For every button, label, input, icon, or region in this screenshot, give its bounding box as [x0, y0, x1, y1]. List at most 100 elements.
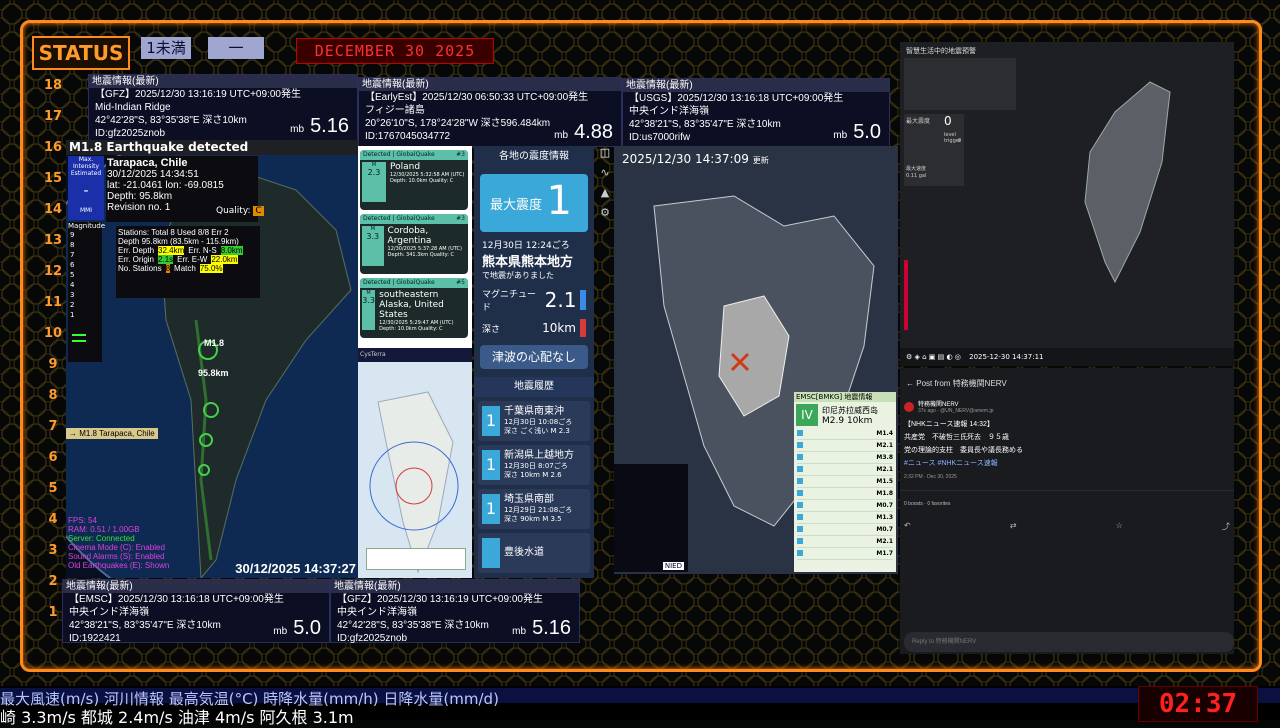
gq-card-header: Detected | GlobalQuake — [363, 215, 435, 222]
gq-card[interactable]: Detected | GlobalQuake #5 M 3.3 southeastern… — [360, 278, 468, 338]
err-ew-label: Err. E-W — [177, 255, 208, 264]
reply-icon[interactable]: ↶ — [904, 521, 911, 532]
history-item[interactable]: 1 埼玉県南部 12月29日 21:08ごろ 深さ 90km M 3.5 — [478, 489, 590, 529]
globe-timestamp: 30/12/2025 14:37:27 — [235, 561, 356, 576]
marker-depth: 95.8km — [198, 368, 229, 378]
eq-panel-usgs: 地震情報(最新) 【USGS】2025/12/30 13:16:18 UTC+0… — [622, 78, 890, 147]
info-icon[interactable]: ◫ — [596, 146, 614, 166]
depth-range: Depth 95.8km (83.5km - 115.9km) — [118, 237, 239, 246]
globe-title: M1.8 Earthquake detected — [66, 140, 358, 155]
magnitude-tick: 4 — [70, 281, 75, 289]
scale-tick: 16 — [43, 140, 63, 155]
gear-icon[interactable]: ⚙ — [596, 206, 614, 226]
quality-label: Quality: — [216, 206, 251, 216]
eq-region: フィジー諸島 — [365, 105, 425, 116]
kyushu-update: 更新 — [752, 156, 769, 165]
back-arrow-icon: ← — [906, 379, 914, 388]
warning-icon[interactable]: ▲ — [596, 186, 614, 206]
gq-card-place: Poland — [390, 162, 421, 172]
boost-icon[interactable]: ⇄ — [1010, 521, 1017, 532]
magnitude-tick: 5 — [70, 271, 75, 279]
magnitude-meter: Magnitude 9 8 7 6 5 4 3 2 1 — [68, 222, 105, 362]
scale-tick: 12 — [43, 264, 63, 279]
scale-tick: 17 — [43, 109, 63, 124]
event-time: 30/12/2025 14:34:51 — [107, 169, 199, 180]
eq-header: 地震情報(最新) — [359, 78, 621, 91]
jp-mag-label: マグニチュード — [482, 290, 537, 313]
jp-note: で地震がありました — [482, 271, 554, 280]
match-value: 75.0% — [199, 264, 223, 273]
history-item[interactable]: 豊後水道 — [478, 533, 590, 573]
globe-panel[interactable]: M1.8 Earthquake detected Max. Intensity … — [66, 140, 358, 578]
jp-info-title: 各地の震度情報 — [499, 151, 569, 162]
post-actions: ↶ ⇄ ☆ ⤴ — [900, 517, 1234, 536]
post-account: 特務機関NERV — [918, 402, 959, 408]
side-toolbar: ◫ ∿ ▲ ⚙ — [596, 146, 614, 236]
kyushu-map-panel[interactable]: 2025/12/30 14:37:09 更新 NIED EMSC[BMKG] 地… — [614, 146, 898, 574]
bmkg-mag: M2.9 — [822, 415, 845, 426]
eq-mb: mb — [554, 130, 569, 141]
bmkg-panel: EMSC[BMKG] 地震情報 IV 印尼苏拉威西岛 M2.9 10km M1.4… — [794, 392, 896, 572]
post-stats: 0 boosts · 0 favorites — [900, 490, 1234, 517]
jp-info-panel: 各地の震度情報 最大震度 1 12月30日 12:24ごろ 熊本県熊本地方 で地… — [474, 146, 594, 578]
gq-map[interactable]: Cordoba, Argentina 3.3 — [358, 362, 472, 578]
favorite-icon[interactable]: ☆ — [1116, 521, 1123, 532]
bmkg-row: M1.8 — [797, 488, 893, 500]
gq-card[interactable]: Detected | GlobalQuake #3 M 2.3 Poland 12/30/… — [360, 150, 468, 210]
post-body: 【NHKニュース速報 14:32】 共産党 不破哲三氏死去 ９５歳 党の理論的支柱 … — [900, 414, 1234, 474]
gq-card-num: #3 — [456, 151, 465, 158]
scale-tick: 18 — [43, 78, 63, 93]
status-label: STATUS — [32, 36, 130, 70]
settings-icon[interactable]: ⚙ ◈ ⌂ ▣ ▤ ◐ ◎ — [906, 353, 961, 361]
err-ew-value: 22.0km — [211, 255, 238, 264]
side-tag: → M1.8 Tarapaca, Chile — [66, 428, 158, 439]
eq-header: 地震情報(最新) — [331, 580, 579, 593]
kyushu-time: 2025/12/30 14:37:09 — [622, 152, 749, 166]
quality-badge: C — [253, 206, 264, 216]
event-latlon: lat: -21.0461 lon: -69.0815 — [107, 180, 224, 191]
scale-tick: 15 — [43, 171, 63, 186]
eq-mag: 4.88 — [574, 121, 613, 143]
max-intensity-box: 最大震度 1 — [480, 174, 588, 232]
scale-tick: 4 — [48, 512, 58, 527]
eq-mag: 5.0 — [293, 617, 321, 639]
match-label: Match — [174, 264, 196, 273]
bmkg-row: M0.7 — [797, 500, 893, 512]
magnitude-tick: 3 — [70, 291, 75, 299]
gq-map-place: Cordoba, Argentina — [386, 549, 446, 556]
scale-tick: 13 — [43, 233, 63, 248]
stations-total: Stations: Total 8 Used 8/8 Err 2 — [118, 228, 229, 237]
globe-stat: FPS: 54 — [68, 516, 97, 525]
gq-footer: CysTerra — [358, 348, 472, 362]
taiwan-timestamp: 2025-12-30 14:37:11 — [969, 353, 1044, 361]
post-back-link[interactable]: ← Post from 特務機関NERV — [900, 368, 1234, 399]
wave-icon[interactable]: ∿ — [596, 166, 614, 186]
history-item[interactable]: 1 千葉県南東沖 12月30日 10:08ごろ 深さ ごく浅い M 2.3 — [478, 401, 590, 441]
scale-tick: 6 — [48, 450, 58, 465]
bmkg-depth: 10km — [846, 415, 873, 426]
share-icon[interactable]: ⤴ — [1222, 521, 1230, 532]
err-origin-value: 2.1s — [158, 255, 174, 264]
jp-depth-row: 深さ 10km — [474, 319, 594, 337]
intensity-box: Max. Intensity Estimated - MMI — [68, 156, 104, 220]
post-line: 党の理論的支柱 委員長や議長務める — [904, 447, 1023, 454]
bmkg-row: M2.1 — [797, 464, 893, 476]
globe-stat: RAM: 0.51 / 1.00GB — [68, 525, 140, 534]
reply-input[interactable] — [904, 632, 1234, 652]
gq-card-num: #3 — [456, 215, 465, 222]
bmkg-row: M2.1 — [797, 536, 893, 548]
eq-mag: 5.16 — [532, 617, 571, 639]
tsunami-box: 津波の心配なし — [480, 345, 588, 369]
gq-card[interactable]: Detected | GlobalQuake #3 M 3.3 Cordoba, Arg… — [360, 214, 468, 274]
history-item[interactable]: 1 新潟県上越地方 12月30日 8:07ごろ 深さ 10km M 2.6 — [478, 445, 590, 485]
eq-mb: mb — [512, 626, 527, 637]
bmkg-intensity: IV — [796, 404, 818, 426]
event-place: Tarapaca, Chile — [107, 157, 188, 169]
bmkg-row: M1.5 — [797, 476, 893, 488]
scale-tick: 9 — [48, 357, 58, 372]
bmkg-row: M1.7 — [797, 548, 893, 560]
stations-card: Stations: Total 8 Used 8/8 Err 2 Depth 9… — [116, 226, 260, 298]
ticker-line-2: 崎 3.3m/s 都城 2.4m/s 油津 4m/s 阿久根 3.1m — [0, 708, 354, 727]
history-int — [482, 538, 500, 568]
eq-panel-gfz-2: 地震情報(最新) 【GFZ】2025/12/30 13:16:19 UTC+09… — [330, 579, 580, 644]
